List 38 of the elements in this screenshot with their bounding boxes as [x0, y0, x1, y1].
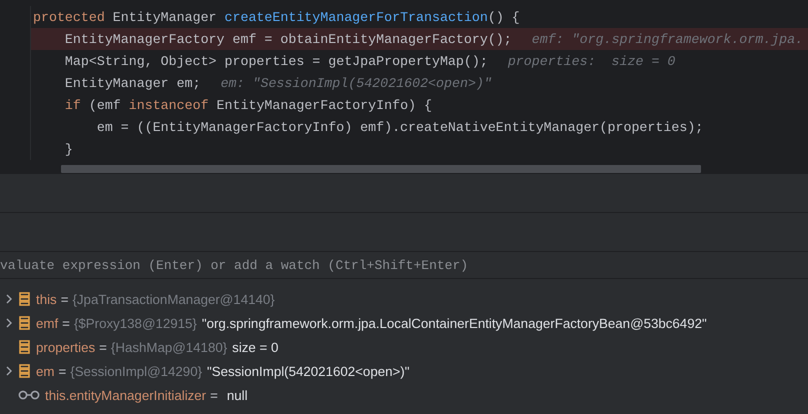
variable-name: properties	[36, 340, 96, 354]
variable-type: {JpaTransactionManager@14140}	[72, 292, 275, 306]
scrollbar-thumb[interactable]	[61, 164, 701, 172]
equals-sign: =	[62, 316, 70, 330]
variable-name: em	[36, 364, 54, 378]
code-line: em = ((EntityManagerFactoryInfo) emf).createNativeEntityManager(properties);	[96, 120, 704, 134]
variable-value: null	[226, 388, 248, 402]
glasses-icon	[18, 390, 40, 400]
equals-sign: =	[60, 292, 68, 306]
code-line: }	[64, 142, 73, 156]
equals-sign: =	[58, 364, 66, 378]
chevron-right-icon[interactable]	[6, 294, 12, 304]
variable-value: "SessionImpl(542021602<open>)"	[207, 364, 410, 378]
inline-value-hint: emf: "org.springframework.orm.jpa.	[532, 32, 804, 46]
variable-name: this.entityManagerInitializer	[45, 388, 206, 402]
evaluate-field[interactable]: valuate expression (Enter) or add a watch (Ctrl+Shift+Enter)	[0, 251, 808, 279]
variable-value: "org.springframework.orm.jpa.LocalContainerEntityManagerFactoryBean@53bc6492"	[202, 316, 707, 330]
variable-type: {$Proxy138@12915}	[74, 316, 197, 330]
equals-sign: =	[99, 340, 107, 354]
variable-name: this	[36, 292, 57, 306]
code-line: protected EntityManager createEntityManagerForTransaction() {	[33, 10, 520, 24]
equals-sign: =	[210, 388, 218, 402]
inline-value-hint: em: "SessionImpl(542021602<open>)"	[220, 76, 492, 90]
code-line: EntityManager em;	[64, 76, 201, 90]
variable-type: {HashMap@14180}	[110, 340, 228, 354]
chevron-right-icon[interactable]	[6, 366, 12, 376]
variable-type: {SessionImpl@14290}	[70, 364, 202, 378]
variable-name: emf	[36, 316, 58, 330]
field-icon	[18, 292, 31, 306]
field-icon	[18, 316, 31, 330]
code-line: Map<String, Object> properties = getJpaPropertyMap();	[64, 54, 488, 68]
field-icon	[18, 340, 31, 354]
code-line: EntityManagerFactory emf = obtainEntityManagerFactory();	[64, 32, 512, 46]
variable-value: size = 0	[232, 340, 278, 354]
chevron-right-icon[interactable]	[6, 318, 12, 328]
field-icon	[18, 364, 31, 378]
inline-value-hint: properties: size = 0	[508, 54, 676, 68]
code-line: if (emf instanceof EntityManagerFactoryInfo) {	[64, 98, 432, 112]
